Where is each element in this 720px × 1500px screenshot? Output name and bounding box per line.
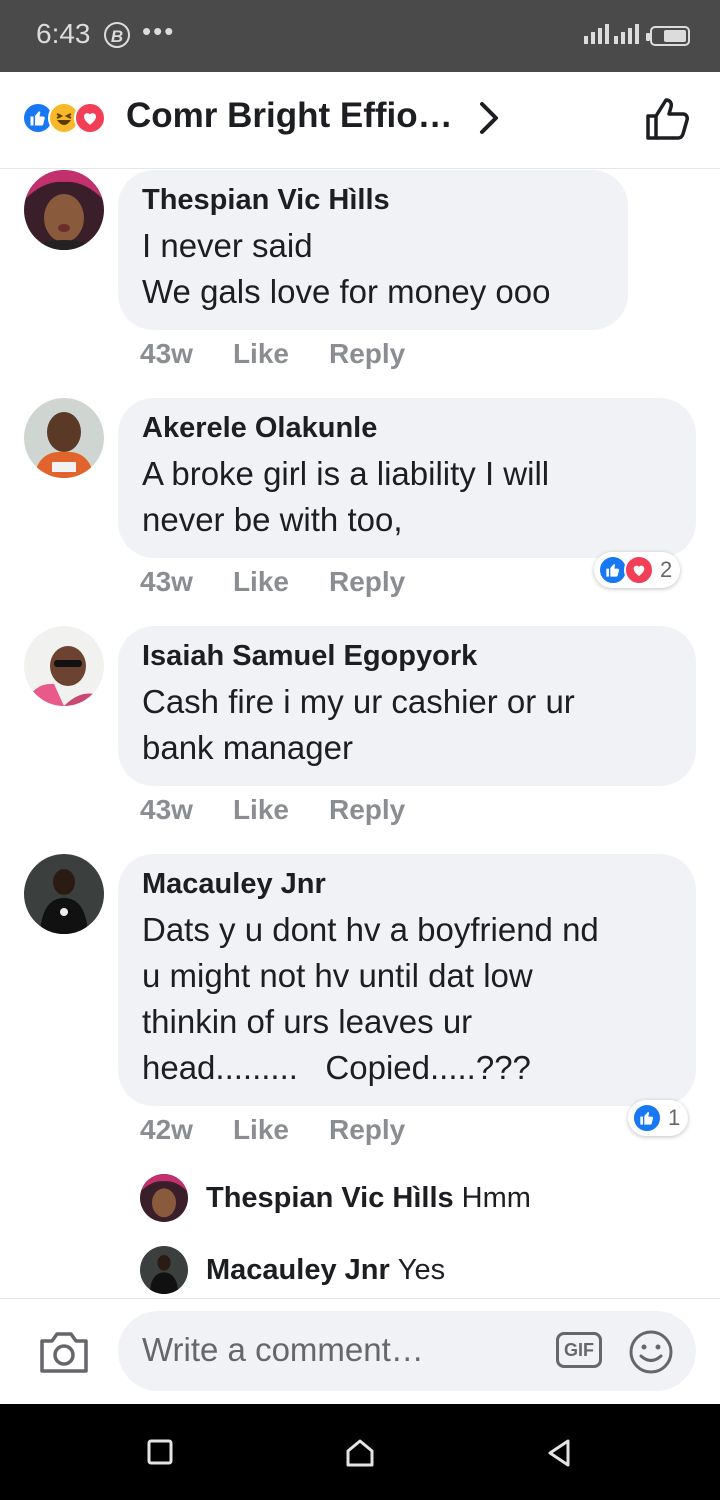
reaction-summary[interactable] (22, 102, 106, 134)
comment-age: 43w (140, 794, 193, 825)
comment-author[interactable]: Akerele Olakunle (142, 412, 672, 445)
reply-text: Yes (397, 1253, 446, 1286)
comment-author[interactable]: Isaiah Samuel Egopyork (142, 640, 672, 673)
reaction-count-badge[interactable]: 1 (628, 1100, 689, 1136)
signal-icon (614, 24, 639, 44)
back-triangle-icon[interactable] (546, 1438, 572, 1468)
emoji-icon[interactable] (628, 1329, 674, 1375)
more-notifications-icon: ••• (142, 16, 176, 46)
reply-author[interactable]: Thespian Vic Hìlls (206, 1182, 454, 1215)
reaction-count: 2 (660, 557, 673, 582)
status-bar: 6:43 B ••• (0, 0, 720, 72)
like-link[interactable]: Like (233, 794, 289, 826)
comment-input[interactable]: Write a comment… GIF (118, 1311, 696, 1391)
reply-author[interactable]: Macauley Jnr (206, 1254, 390, 1287)
comment-input-placeholder: Write a comment… (142, 1331, 424, 1368)
avatar[interactable] (140, 1246, 188, 1294)
comment-text: Dats y u dont hv a boyfriend nd u might … (142, 911, 599, 1086)
camera-icon[interactable] (38, 1329, 90, 1375)
battery-icon (646, 26, 690, 46)
reaction-count-badge[interactable]: 2 (594, 552, 681, 588)
gif-button[interactable]: GIF (556, 1332, 602, 1368)
like-link[interactable]: Like (233, 1114, 289, 1146)
avatar[interactable] (24, 398, 104, 478)
comment-actions: 43w Like Reply (140, 338, 405, 370)
post-author-title[interactable]: Comr Bright Effio… (126, 96, 453, 136)
avatar[interactable] (24, 854, 104, 934)
comment-actions: 43w Like Reply (140, 566, 405, 598)
reply-link[interactable]: Reply (329, 338, 405, 370)
avatar[interactable] (24, 626, 104, 706)
reply-text: Hmm (461, 1181, 531, 1214)
reply-link[interactable]: Reply (329, 566, 405, 598)
like-link[interactable]: Like (233, 566, 289, 598)
love-reaction-icon (74, 102, 106, 134)
comment-bubble[interactable]: Macauley Jnr Dats y u dont hv a boyfrien… (118, 854, 696, 1106)
chevron-right-icon[interactable] (474, 98, 504, 138)
comment-text: I never said We gals love for money ooo (142, 227, 551, 310)
post-header: Comr Bright Effio… (0, 72, 720, 169)
comment-actions: 43w Like Reply (140, 794, 405, 826)
comment-bubble[interactable]: Thespian Vic Hìlls I never said We gals … (118, 170, 628, 330)
comment-author[interactable]: Macauley Jnr (142, 868, 672, 901)
like-link[interactable]: Like (233, 338, 289, 370)
home-icon[interactable] (344, 1438, 376, 1468)
comment-text: Cash fire i my ur cashier or ur bank man… (142, 683, 575, 766)
comment-age: 43w (140, 338, 193, 369)
comment-bubble[interactable]: Akerele Olakunle A broke girl is a liabi… (118, 398, 696, 558)
b-badge-icon: B (104, 22, 130, 48)
comment-bubble[interactable]: Isaiah Samuel Egopyork Cash fire i my ur… (118, 626, 696, 786)
reply-item[interactable]: Thespian Vic Hìlls Hmm (140, 1174, 531, 1222)
system-nav-bar (0, 1404, 720, 1500)
love-reaction-icon (624, 555, 654, 585)
comment-author[interactable]: Thespian Vic Hìlls (142, 184, 604, 217)
comment-age: 43w (140, 566, 193, 597)
comment-actions: 42w Like Reply (140, 1114, 405, 1146)
status-time: 6:43 (36, 18, 91, 49)
avatar[interactable] (140, 1174, 188, 1222)
like-thumb-icon[interactable] (644, 96, 692, 142)
like-reaction-icon (632, 1103, 662, 1133)
reply-link[interactable]: Reply (329, 1114, 405, 1146)
reply-item[interactable]: Macauley Jnr Yes (140, 1246, 445, 1294)
avatar[interactable] (24, 170, 104, 250)
comment-age: 42w (140, 1114, 193, 1145)
comment-composer: Write a comment… GIF (0, 1298, 720, 1405)
signal-4g-icon (584, 24, 609, 44)
reaction-count: 1 (668, 1105, 681, 1130)
recents-square-icon[interactable] (146, 1438, 174, 1466)
reply-link[interactable]: Reply (329, 794, 405, 826)
comment-text: A broke girl is a liability I will never… (142, 455, 550, 538)
